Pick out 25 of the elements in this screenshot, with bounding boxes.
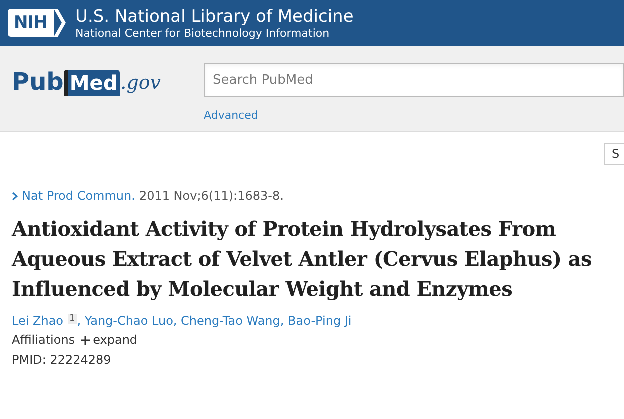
- expand-button[interactable]: expand: [81, 330, 138, 350]
- chevron-right-icon: [12, 192, 18, 200]
- author-list: Lei Zhao $^{1}$ , Yang-Chao Luo, Cheng-Tao Wang, Bao-Ping Ji: [12, 312, 624, 330]
- citation-text: 2011 Nov;6(11):1683-8.: [139, 188, 284, 204]
- logo-book: Med: [64, 70, 120, 96]
- plus-icon: [81, 336, 90, 344]
- affiliation-number[interactable]: 1: [68, 314, 78, 324]
- article-title: Antioxidant Activity of Protein Hydrolysates From Aqueous Extract of Velvet Antler (Cervus Elaphus) as Influenced by Molecular Weight and Enzymes: [12, 216, 592, 303]
- author-link[interactable]: Yang-Chao Luo: [84, 314, 174, 328]
- author-link[interactable]: Cheng-Tao Wang: [181, 314, 280, 328]
- author-link[interactable]: Lei Zhao: [12, 314, 64, 328]
- logo-suffix: .gov: [120, 70, 162, 96]
- affiliations-label: Affiliations: [12, 332, 76, 349]
- journal-link[interactable]: Nat Prod Commun.: [22, 188, 136, 204]
- author-link[interactable]: Bao-Ping Ji: [288, 314, 352, 328]
- search-field[interactable]: Search PubMed: [204, 63, 624, 97]
- header-title: U.S. National Library of Medicine: [76, 6, 354, 26]
- header-subtitle: National Center for Biotechnology Information: [76, 26, 331, 40]
- chevron-icon: [54, 9, 66, 37]
- advanced-link[interactable]: Advanced: [204, 109, 258, 122]
- pubmed-logo[interactable]: Pub Med.gov: [12, 68, 162, 96]
- toolbar-button[interactable]: S: [604, 143, 624, 165]
- logo-text: Pub: [12, 68, 64, 96]
- nih-logo[interactable]: NIH: [8, 9, 66, 37]
- pmid-text: PMID: 22224289: [12, 352, 112, 369]
